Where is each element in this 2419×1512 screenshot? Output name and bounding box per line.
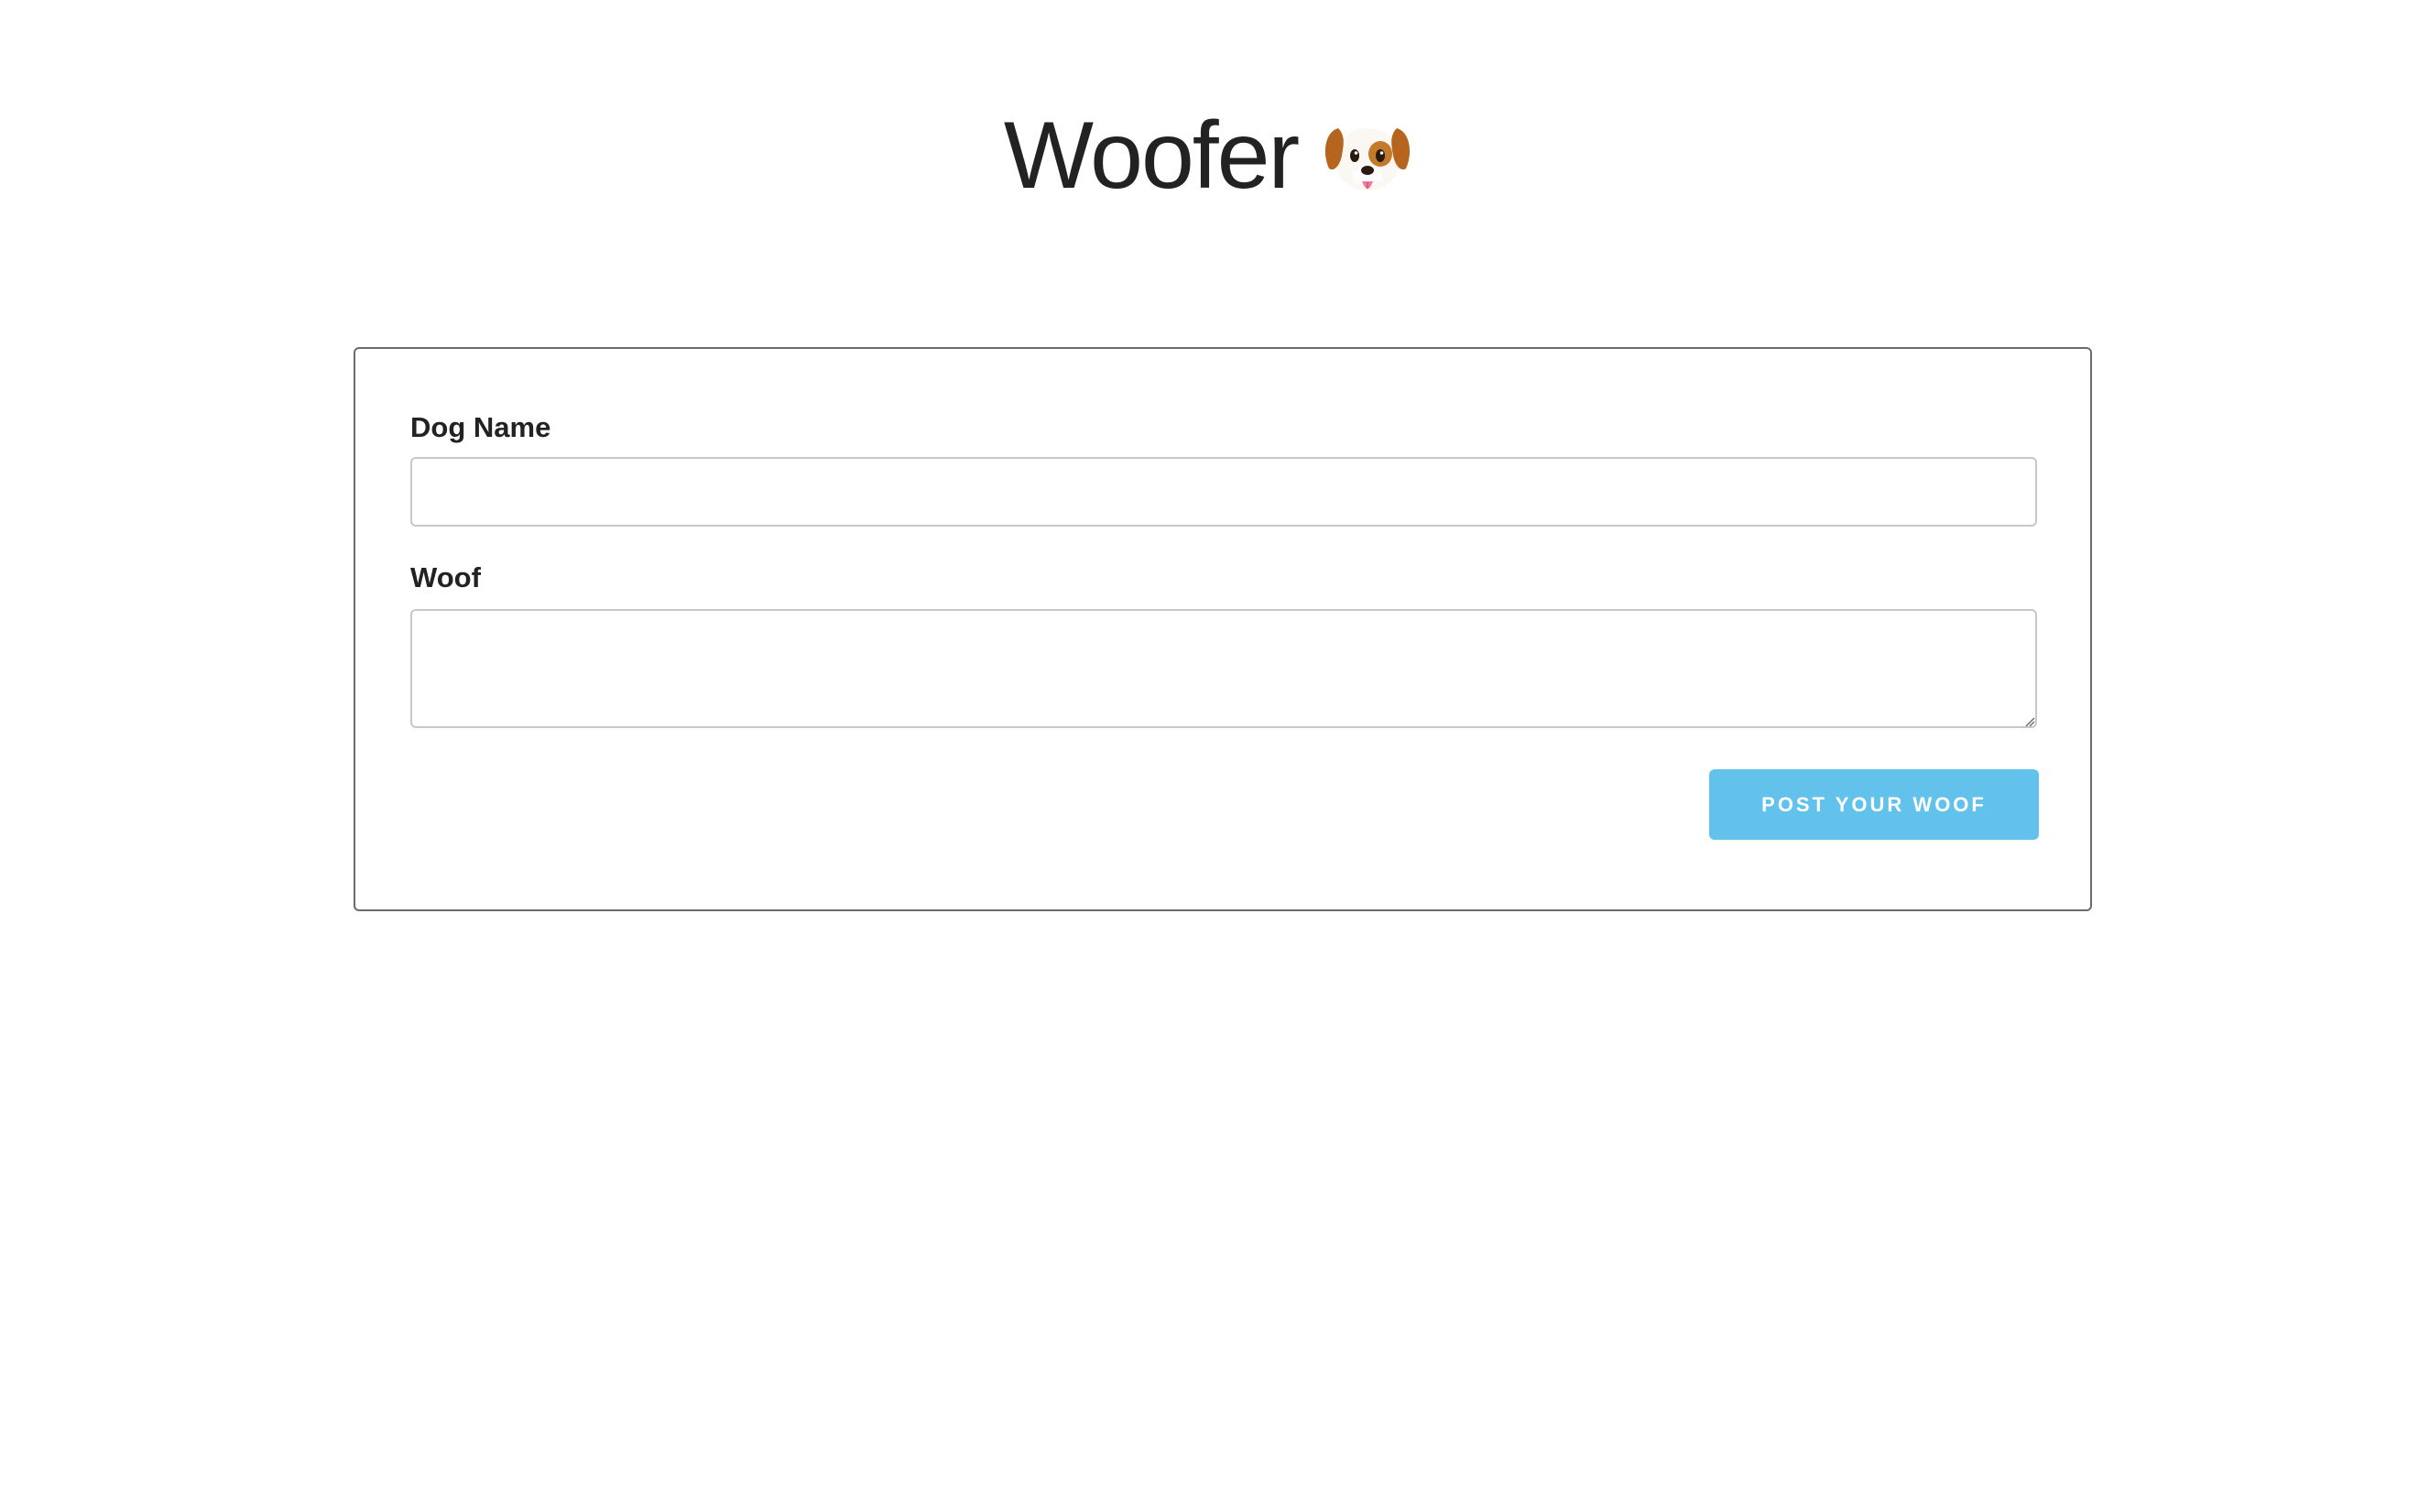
resize-grip-icon[interactable] (2024, 715, 2035, 727)
dog-name-input[interactable] (410, 457, 2037, 527)
post-your-woof-button[interactable]: POST YOUR WOOF (1709, 769, 2039, 840)
dog-name-label: Dog Name (410, 411, 551, 443)
post-woof-form: Dog Name Woof POST YOUR WOOF (354, 347, 2092, 911)
woof-textarea[interactable] (410, 609, 2037, 728)
woof-label: Woof (410, 561, 481, 593)
page-header: Woofer (0, 92, 2419, 220)
dog-face-icon (1320, 108, 1415, 203)
app-title: Woofer (1003, 103, 1300, 209)
